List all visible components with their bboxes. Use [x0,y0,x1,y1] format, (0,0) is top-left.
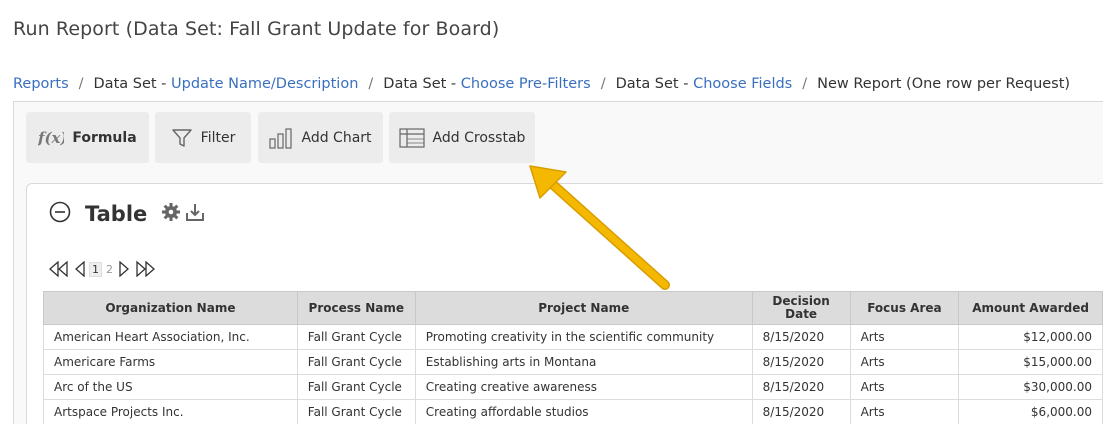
annotation-arrow [529,165,670,290]
table-row: Artspace Projects Inc. Fall Grant Cycle … [43,399,1103,424]
column-header-focus-area[interactable]: Focus Area [849,291,960,325]
cell-amount: $15,000.00 [958,349,1103,375]
cell-project: Establishing arts in Montana [414,349,753,375]
add-crosstab-button[interactable]: Add Crosstab [389,112,535,163]
cell-process: Fall Grant Cycle [296,399,416,424]
breadcrumb-prefix: Data Set - [383,76,461,92]
cell-focus-area: Arts [849,349,960,375]
next-page-icon[interactable] [117,261,131,277]
collapse-icon[interactable] [49,201,71,227]
column-header-project[interactable]: Project Name [414,291,753,325]
formula-label: Formula [72,129,137,146]
breadcrumb-separator: / [802,76,808,92]
svg-text:f(x): f(x) [38,129,64,147]
cell-decision-date: 8/15/2020 [751,374,851,400]
add-crosstab-label: Add Crosstab [432,129,526,146]
breadcrumb-link-update-name[interactable]: Update Name/Description [171,76,358,92]
breadcrumb-separator: / [78,76,84,92]
cell-process: Fall Grant Cycle [296,349,416,375]
pagination: 1 2 [47,261,157,277]
filter-button[interactable]: Filter [155,112,251,163]
cell-amount: $12,000.00 [958,324,1103,350]
table-header: Table [49,201,205,227]
cell-amount: $30,000.00 [958,374,1103,400]
cell-focus-area: Arts [849,374,960,400]
breadcrumb-item-reports: Reports [13,76,69,92]
column-header-decision-date[interactable]: Decision Date [751,291,851,325]
formula-button[interactable]: f(x) Formula [26,112,149,163]
crosstab-icon [398,127,425,148]
breadcrumb-separator: / [368,76,374,92]
column-header-organization[interactable]: Organization Name [43,291,298,325]
cell-organization: Arc of the US [43,374,298,400]
cell-decision-date: 8/15/2020 [751,399,851,424]
first-page-icon[interactable] [47,261,71,277]
cell-project: Promoting creativity in the scientific c… [414,324,753,350]
gear-icon[interactable] [161,202,181,226]
filter-icon [171,127,193,149]
cell-amount: $6,000.00 [958,399,1103,424]
table-header-row: Organization Name Process Name Project N… [43,291,1103,325]
cell-decision-date: 8/15/2020 [751,324,851,350]
breadcrumb-link-pre-filters[interactable]: Choose Pre-Filters [461,76,591,92]
function-icon: f(x) [38,127,64,149]
table-row: Arc of the US Fall Grant Cycle Creating … [43,374,1103,400]
breadcrumb-current: New Report (One row per Request) [817,76,1071,92]
breadcrumb-item-update-name: Data Set - Update Name/Description [94,76,359,92]
cell-process: Fall Grant Cycle [296,324,416,350]
filter-label: Filter [200,129,236,146]
cell-project: Creating affordable studios [414,399,753,424]
page-title: Run Report (Data Set: Fall Grant Update … [13,18,500,40]
cell-project: Creating creative awareness [414,374,753,400]
cell-decision-date: 8/15/2020 [751,349,851,375]
breadcrumb-item-choose-fields: Data Set - Choose Fields [616,76,793,92]
column-header-process[interactable]: Process Name [296,291,416,325]
cell-organization: American Heart Association, Inc. [43,324,298,350]
breadcrumb: Reports / Data Set - Update Name/Descrip… [13,76,1070,92]
breadcrumb-link-choose-fields[interactable]: Choose Fields [693,76,792,92]
previous-page-icon[interactable] [73,261,87,277]
cell-focus-area: Arts [849,399,960,424]
bar-chart-icon [269,127,293,149]
add-chart-button[interactable]: Add Chart [258,112,383,163]
breadcrumb-separator: / [600,76,606,92]
table-row: Americare Farms Fall Grant Cycle Establi… [43,349,1103,375]
table-title: Table [85,202,148,226]
download-icon[interactable] [185,202,205,226]
cell-organization: Americare Farms [43,349,298,375]
column-header-amount[interactable]: Amount Awarded [958,291,1103,325]
breadcrumb-prefix: Data Set - [93,76,172,92]
page-number[interactable]: 2 [104,263,115,276]
page-number-current[interactable]: 1 [89,261,102,277]
breadcrumb-link-reports[interactable]: Reports [13,76,69,92]
last-page-icon[interactable] [133,261,157,277]
cell-organization: Artspace Projects Inc. [43,399,298,424]
cell-process: Fall Grant Cycle [296,374,416,400]
breadcrumb-item-pre-filters: Data Set - Choose Pre-Filters [383,76,590,92]
add-chart-label: Add Chart [301,129,372,146]
table-row: American Heart Association, Inc. Fall Gr… [43,324,1103,350]
cell-focus-area: Arts [849,324,960,350]
report-table: Organization Name Process Name Project N… [43,291,1103,424]
breadcrumb-prefix: Data Set - [615,76,694,92]
